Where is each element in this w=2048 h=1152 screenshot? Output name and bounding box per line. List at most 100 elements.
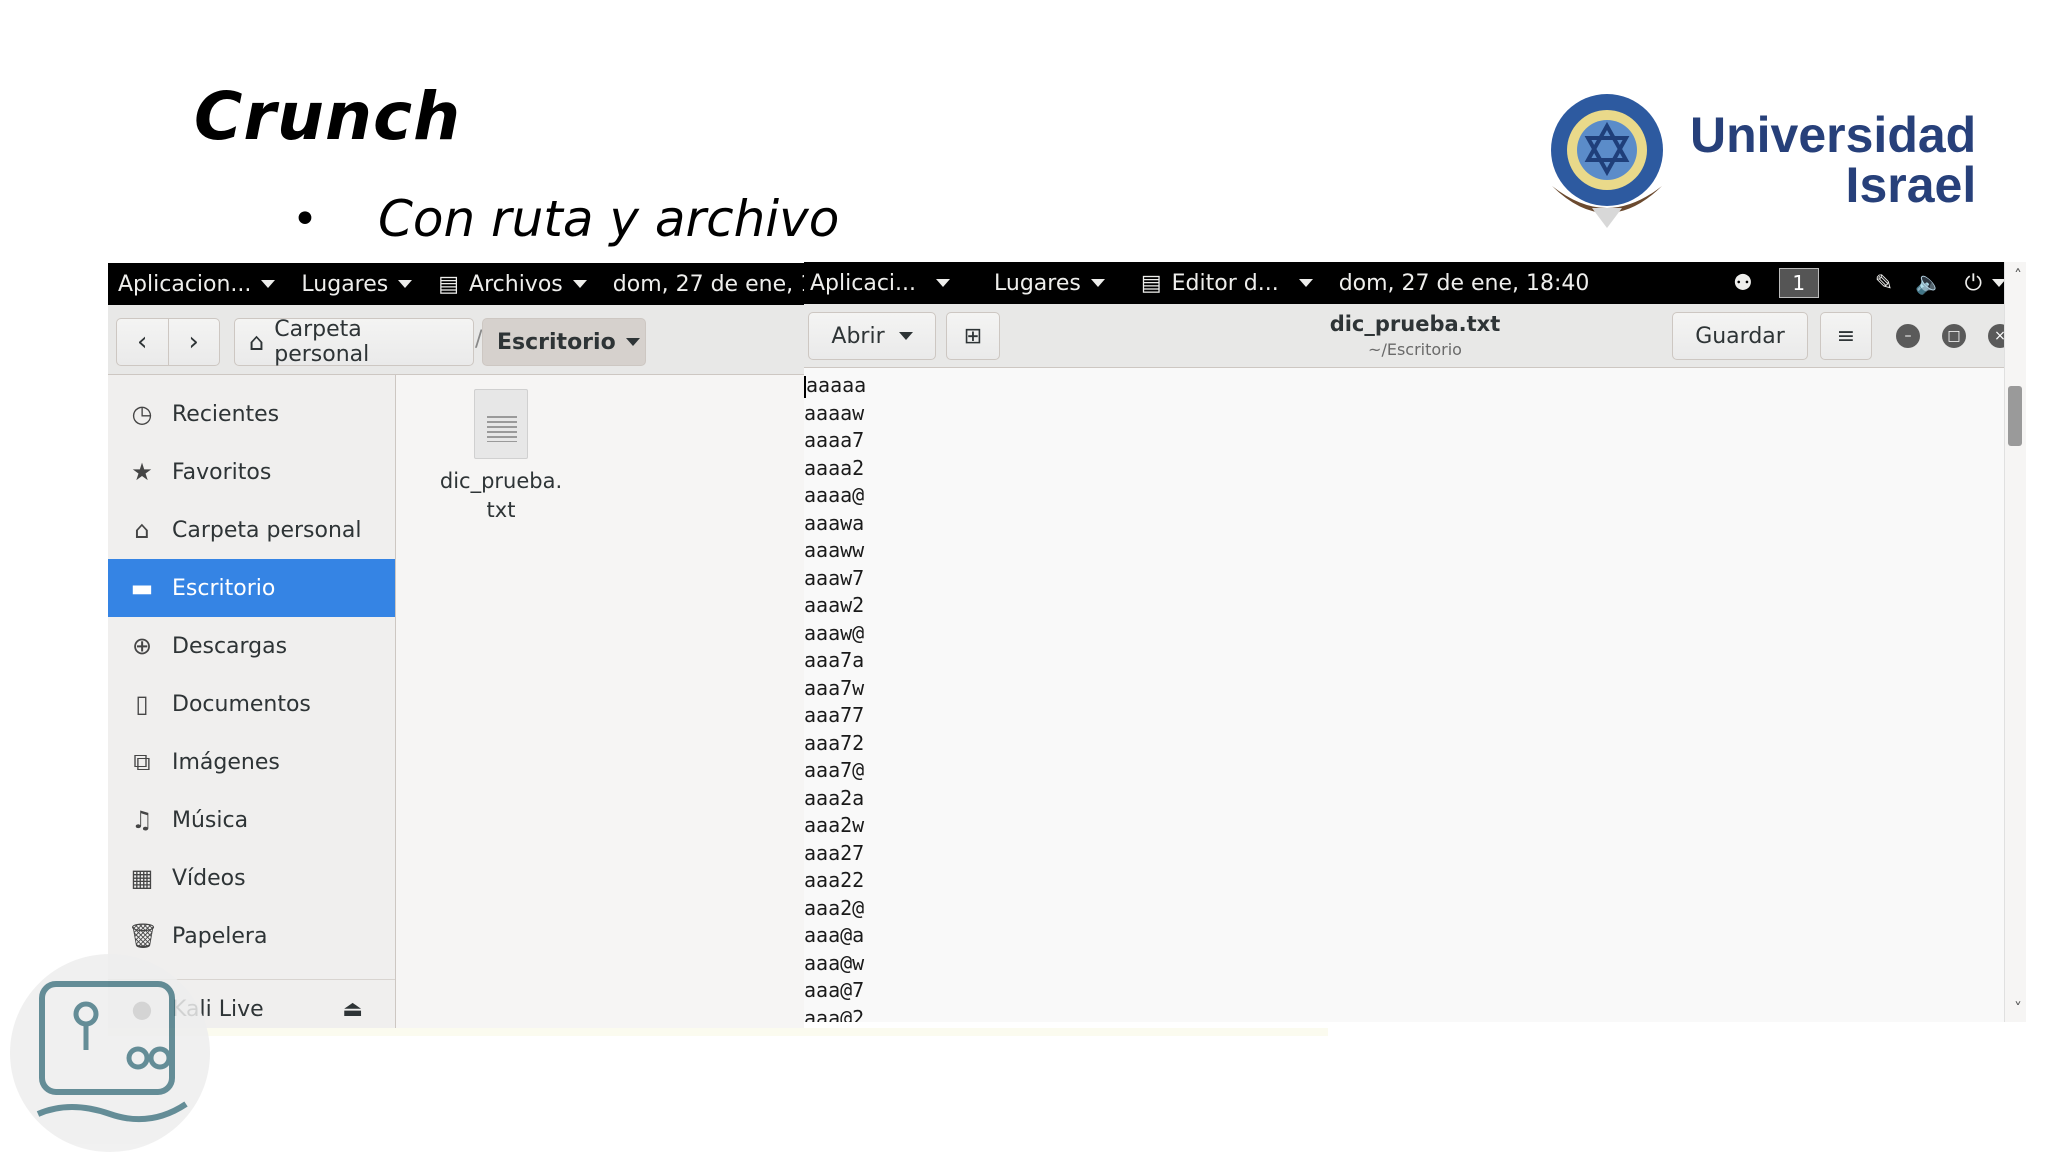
eject-icon[interactable]: ⏏ bbox=[342, 997, 363, 1022]
editor-text-area[interactable]: aaaaa aaaaw aaaa7 aaaa2 aaaa@ aaawa aaaww aaaw7… bbox=[804, 368, 2004, 1022]
editor-line: aaa@a bbox=[804, 922, 2004, 950]
editor-line-text: aaa7w bbox=[804, 675, 865, 700]
sidebar-item-recientes[interactable]: ◷ Recientes bbox=[108, 385, 395, 443]
robot-watermark-icon bbox=[36, 981, 188, 1123]
logo-line1: Universidad bbox=[1690, 107, 1977, 163]
chevron-down-icon bbox=[898, 332, 913, 340]
editor-line-text: aaa@w bbox=[804, 950, 865, 975]
editor-line: aaa22 bbox=[804, 867, 2004, 895]
download-icon: ⊕ bbox=[131, 632, 153, 660]
file-view: dic_prueba. txt bbox=[396, 375, 804, 1035]
text-file-icon bbox=[474, 389, 528, 459]
scroll-down-icon[interactable]: ˅ bbox=[2014, 999, 2022, 1018]
editor-line: aaa7a bbox=[804, 647, 2004, 675]
applications-menu[interactable]: Aplicaci... bbox=[810, 271, 951, 296]
applications-menu[interactable]: Aplicacion... bbox=[118, 272, 276, 297]
save-button[interactable]: Guardar bbox=[1672, 312, 1808, 360]
editor-line: aaaw2 bbox=[804, 592, 2004, 620]
document-icon: ▯ bbox=[135, 690, 149, 718]
sidebar-item-musica[interactable]: ♫ Música bbox=[108, 791, 395, 849]
people-icon[interactable]: ⚉ bbox=[1733, 271, 1753, 296]
sidebar-item-documentos[interactable]: ▯ Documentos bbox=[108, 675, 395, 733]
editor-line-text: aaa27 bbox=[804, 840, 865, 865]
sidebar-item-favoritos[interactable]: ★ Favoritos bbox=[108, 443, 395, 501]
clock[interactable]: dom, 27 de ene, 18:40 bbox=[1339, 271, 1590, 296]
open-button[interactable]: Abrir bbox=[808, 312, 936, 360]
university-logo: Universidad Israel bbox=[1534, 90, 1994, 230]
forward-button[interactable]: › bbox=[169, 319, 220, 365]
chevron-down-icon bbox=[261, 280, 276, 288]
editor-line-text: aaawa bbox=[804, 510, 865, 535]
sidebar-item-imagenes[interactable]: ⧉ Imágenes bbox=[108, 733, 395, 791]
back-button[interactable]: ‹ bbox=[117, 319, 169, 365]
editor-line-text: aaa72 bbox=[804, 730, 865, 755]
breadcrumb-current[interactable]: Escritorio bbox=[482, 318, 646, 366]
power-icon[interactable]: ⏻ bbox=[1965, 271, 1982, 296]
editor-line-text: aaa@2 bbox=[804, 1005, 865, 1023]
editor-line: aaa72 bbox=[804, 730, 2004, 758]
editor-line: aaaaa bbox=[804, 372, 2004, 400]
star-icon: ★ bbox=[131, 458, 153, 486]
editor-line: aaa@w bbox=[804, 950, 2004, 978]
sidebar-item-carpeta-personal[interactable]: ⌂ Carpeta personal bbox=[108, 501, 395, 559]
editor-line: aaa2w bbox=[804, 812, 2004, 840]
editor-line-text: aaaw@ bbox=[804, 620, 865, 645]
sidebar-item-descargas[interactable]: ⊕ Descargas bbox=[108, 617, 395, 675]
editor-line-text: aaa2a bbox=[804, 785, 865, 810]
files-app-menu[interactable]: ▤ Archivos bbox=[438, 272, 587, 297]
volume-icon[interactable]: 🔈 bbox=[1915, 271, 1942, 296]
editor-header: Abrir ⊞ dic_prueba.txt ~/Escritorio Guar… bbox=[804, 304, 2026, 368]
minimize-icon[interactable]: – bbox=[1896, 324, 1920, 348]
chevron-right-icon: › bbox=[188, 327, 199, 357]
editor-line-text: aaa2@ bbox=[804, 895, 865, 920]
pen-icon[interactable]: ✎ bbox=[1875, 271, 1893, 296]
editor-line-text: aaa@a bbox=[804, 923, 865, 947]
places-menu[interactable]: Lugares bbox=[994, 271, 1105, 296]
editor-line: aaa2@ bbox=[804, 895, 2004, 923]
editor-line-text: aaaaw bbox=[804, 400, 865, 425]
window-bottom-strip bbox=[108, 1028, 1328, 1036]
editor-line: aaawa bbox=[804, 510, 2004, 538]
trash-icon: 🗑 bbox=[128, 922, 159, 950]
editor-line: aaaa7 bbox=[804, 427, 2004, 455]
files-icon: ▤ bbox=[438, 271, 460, 297]
editor-line: aaa@7 bbox=[804, 977, 2004, 1005]
editor-line-text: aaaa2 bbox=[804, 455, 865, 480]
editor-line: aaaw7 bbox=[804, 565, 2004, 593]
places-menu[interactable]: Lugares bbox=[301, 272, 413, 297]
vertical-scrollbar[interactable]: ˄ ˅ bbox=[2004, 262, 2026, 1022]
sidebar-item-videos[interactable]: ▦ Vídeos bbox=[108, 849, 395, 907]
editor-line: aaaww bbox=[804, 537, 2004, 565]
editor-line-text: aaaa7 bbox=[804, 428, 865, 452]
clock[interactable]: dom, 27 de ene, 18: bbox=[613, 272, 804, 297]
scroll-up-icon[interactable]: ˄ bbox=[2014, 266, 2022, 285]
file-item[interactable]: dic_prueba. txt bbox=[436, 389, 566, 525]
folder-icon: ▬ bbox=[130, 574, 154, 602]
scrollbar-thumb[interactable] bbox=[2008, 386, 2022, 446]
new-tab-icon: ⊞ bbox=[963, 323, 983, 349]
text-editor-window: Aplicaci... Lugares ▤ Editor d... dom, 27… bbox=[804, 262, 2026, 1022]
chevron-down-icon bbox=[625, 338, 640, 346]
new-document-button[interactable]: ⊞ bbox=[946, 312, 1000, 360]
file-name: dic_prueba. txt bbox=[439, 469, 563, 522]
editor-line: aaaaw bbox=[804, 400, 2004, 428]
history-nav: ‹ › bbox=[116, 318, 220, 366]
editor-app-menu[interactable]: ▤ Editor d... bbox=[1141, 271, 1313, 296]
menu-button[interactable]: ≡ bbox=[1820, 312, 1872, 360]
editor-line: aaa2a bbox=[804, 785, 2004, 813]
chevron-down-icon bbox=[936, 279, 951, 287]
breadcrumb-home[interactable]: ⌂ Carpeta personal bbox=[234, 317, 474, 367]
editor-line-text: aaaw2 bbox=[804, 593, 865, 617]
maximize-icon[interactable]: □ bbox=[1942, 324, 1966, 348]
logo-line2: Israel bbox=[1845, 157, 1977, 213]
editor-line-text: aaaww bbox=[804, 538, 865, 562]
gnome-top-bar: Aplicacion... Lugares ▤ Archivos dom, 27 … bbox=[108, 263, 804, 305]
sidebar-item-escritorio[interactable]: ▬ Escritorio bbox=[108, 559, 395, 617]
system-tray: ⚉ 1 ✎ 🔈 ⏻ bbox=[1711, 268, 2026, 298]
workspace-indicator[interactable]: 1 bbox=[1778, 268, 1819, 298]
video-icon: ▦ bbox=[130, 864, 154, 892]
slide-title: Crunch bbox=[194, 78, 462, 155]
editor-line-text: aaaw7 bbox=[804, 565, 865, 590]
editor-line: aaa@2 bbox=[804, 1005, 2004, 1023]
editor-line: aaa7w bbox=[804, 675, 2004, 703]
